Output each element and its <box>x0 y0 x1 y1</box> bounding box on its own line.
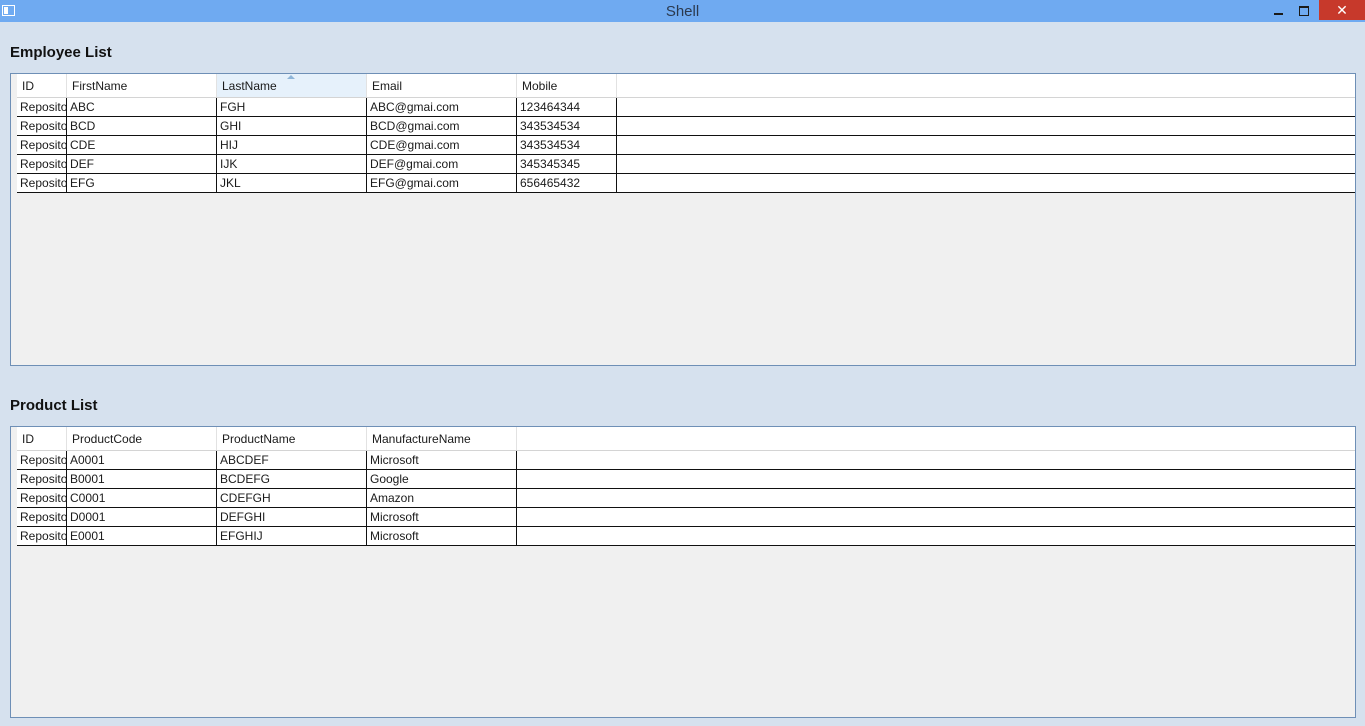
column-header-lastname[interactable]: LastName <box>217 74 367 97</box>
column-header-firstname[interactable]: FirstName <box>67 74 217 97</box>
restore-icon <box>1299 6 1309 16</box>
column-header-id[interactable]: ID <box>17 74 67 97</box>
cell-id[interactable]: Reposito <box>17 489 67 507</box>
cell-email[interactable]: EFG@gmai.com <box>367 174 517 192</box>
table-row[interactable]: Reposito A0001 ABCDEF Microsoft <box>17 451 1355 470</box>
column-header-id[interactable]: ID <box>17 427 67 450</box>
cell-mobile[interactable]: 345345345 <box>517 155 617 173</box>
cell-productcode[interactable]: E0001 <box>67 527 217 545</box>
column-header-productname[interactable]: ProductName <box>217 427 367 450</box>
table-row[interactable]: Reposito DEF IJK DEF@gmai.com 345345345 <box>17 155 1355 174</box>
cell-firstname[interactable]: EFG <box>67 174 217 192</box>
employee-grid-header: ID FirstName LastName Email Mobile <box>17 74 1355 98</box>
window-title: Shell <box>665 3 700 20</box>
cell-productname[interactable]: CDEFGH <box>217 489 367 507</box>
cell-id[interactable]: Reposito <box>17 117 67 135</box>
column-header-productcode[interactable]: ProductCode <box>67 427 217 450</box>
cell-manufacturename[interactable]: Microsoft <box>367 508 517 526</box>
cell-lastname[interactable]: FGH <box>217 98 367 116</box>
cell-productname[interactable]: DEFGHI <box>217 508 367 526</box>
table-row[interactable]: Reposito CDE HIJ CDE@gmai.com 343534534 <box>17 136 1355 155</box>
cell-email[interactable]: BCD@gmai.com <box>367 117 517 135</box>
cell-productcode[interactable]: D0001 <box>67 508 217 526</box>
product-grid-header: ID ProductCode ProductName ManufactureName <box>17 427 1355 451</box>
cell-lastname[interactable]: IJK <box>217 155 367 173</box>
minimize-button[interactable] <box>1265 0 1291 22</box>
table-row[interactable]: Reposito B0001 BCDEFG Google <box>17 470 1355 489</box>
close-icon: ✕ <box>1336 1 1348 18</box>
close-button[interactable]: ✕ <box>1319 0 1365 20</box>
cell-manufacturename[interactable]: Google <box>367 470 517 488</box>
cell-id[interactable]: Reposito <box>17 451 67 469</box>
cell-mobile[interactable]: 656465432 <box>517 174 617 192</box>
cell-id[interactable]: Reposito <box>17 174 67 192</box>
table-row[interactable]: Reposito BCD GHI BCD@gmai.com 343534534 <box>17 117 1355 136</box>
cell-mobile[interactable]: 343534534 <box>517 117 617 135</box>
cell-firstname[interactable]: BCD <box>67 117 217 135</box>
cell-productname[interactable]: ABCDEF <box>217 451 367 469</box>
cell-manufacturename[interactable]: Microsoft <box>367 527 517 545</box>
employee-grid[interactable]: ID FirstName LastName Email Mobile Reposito A… <box>10 73 1356 366</box>
cell-productcode[interactable]: B0001 <box>67 470 217 488</box>
cell-id[interactable]: Reposito <box>17 155 67 173</box>
cell-lastname[interactable]: JKL <box>217 174 367 192</box>
cell-productname[interactable]: EFGHIJ <box>217 527 367 545</box>
cell-id[interactable]: Reposito <box>17 136 67 154</box>
table-row[interactable]: Reposito D0001 DEFGHI Microsoft <box>17 508 1355 527</box>
cell-email[interactable]: CDE@gmai.com <box>367 136 517 154</box>
column-header-email[interactable]: Email <box>367 74 517 97</box>
product-grid[interactable]: ID ProductCode ProductName ManufactureName … <box>10 426 1356 718</box>
cell-email[interactable]: DEF@gmai.com <box>367 155 517 173</box>
cell-id[interactable]: Reposito <box>17 527 67 545</box>
product-list-title: Product List <box>10 397 98 414</box>
column-header-mobile[interactable]: Mobile <box>517 74 617 97</box>
cell-lastname[interactable]: GHI <box>217 117 367 135</box>
title-bar[interactable]: Shell ✕ <box>0 0 1365 22</box>
cell-productcode[interactable]: C0001 <box>67 489 217 507</box>
employee-list-title: Employee List <box>10 44 112 61</box>
table-row[interactable]: Reposito C0001 CDEFGH Amazon <box>17 489 1355 508</box>
cell-firstname[interactable]: DEF <box>67 155 217 173</box>
minimize-icon <box>1273 13 1283 15</box>
cell-id[interactable]: Reposito <box>17 98 67 116</box>
column-header-manufacturename[interactable]: ManufactureName <box>367 427 517 450</box>
cell-mobile[interactable]: 343534534 <box>517 136 617 154</box>
cell-manufacturename[interactable]: Amazon <box>367 489 517 507</box>
cell-lastname[interactable]: HIJ <box>217 136 367 154</box>
cell-productcode[interactable]: A0001 <box>67 451 217 469</box>
cell-productname[interactable]: BCDEFG <box>217 470 367 488</box>
cell-id[interactable]: Reposito <box>17 508 67 526</box>
table-row[interactable]: Reposito ABC FGH ABC@gmai.com 123464344 <box>17 98 1355 117</box>
cell-manufacturename[interactable]: Microsoft <box>367 451 517 469</box>
table-row[interactable]: Reposito E0001 EFGHIJ Microsoft <box>17 527 1355 546</box>
cell-email[interactable]: ABC@gmai.com <box>367 98 517 116</box>
table-row[interactable]: Reposito EFG JKL EFG@gmai.com 656465432 <box>17 174 1355 193</box>
sort-ascending-icon <box>287 75 295 79</box>
restore-button[interactable] <box>1291 0 1317 22</box>
cell-firstname[interactable]: CDE <box>67 136 217 154</box>
cell-id[interactable]: Reposito <box>17 470 67 488</box>
cell-firstname[interactable]: ABC <box>67 98 217 116</box>
cell-mobile[interactable]: 123464344 <box>517 98 617 116</box>
